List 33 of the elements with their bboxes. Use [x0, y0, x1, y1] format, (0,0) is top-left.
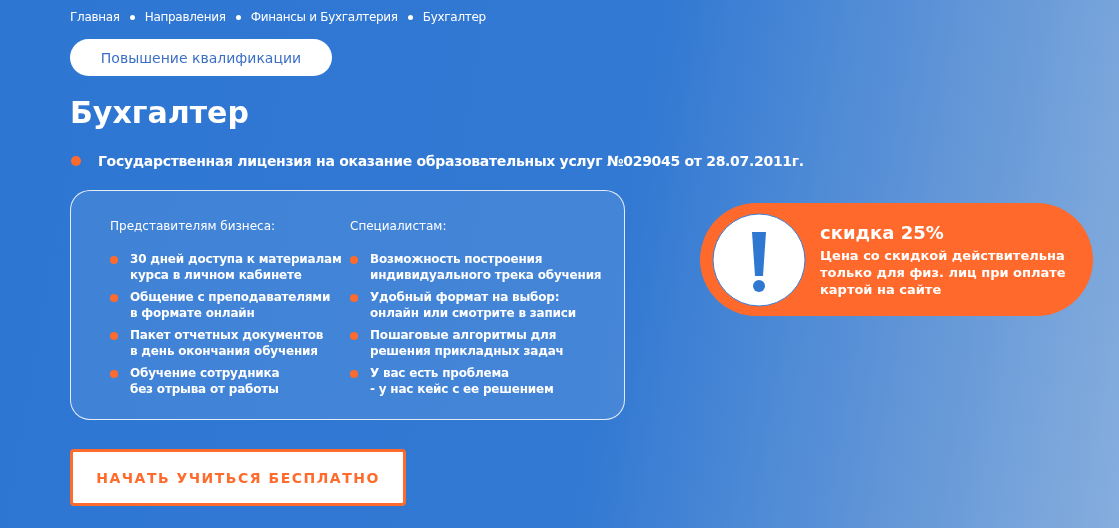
license-text: Государственная лицензия на оказание образовательных услуг №029045 от 28.07.2011г.	[98, 153, 804, 169]
page-title: Бухгалтер	[70, 94, 250, 132]
bullet-icon	[110, 370, 118, 378]
bullet-icon	[350, 294, 358, 302]
benefit-text: У вас есть проблема - у нас кейс с ее решением	[370, 365, 554, 397]
benefit-text: Пошаговые алгоритмы для решения прикладных задач	[370, 327, 564, 359]
benefit-text: Обучение сотрудника без отрыва от работы	[130, 365, 280, 397]
category-tag[interactable]: Повышение квалификации	[70, 39, 332, 76]
separator-dot-icon	[407, 14, 413, 20]
benefit-text: Возможность построения индивидуального трека обучения	[370, 251, 602, 283]
separator-dot-icon	[235, 14, 241, 20]
bullet-icon	[350, 332, 358, 340]
bullet-icon	[110, 256, 118, 264]
column-heading: Представителям бизнеса:	[110, 218, 277, 234]
benefit-text: Удобный формат на выбор: онлайн или смотрите в записи	[370, 289, 576, 321]
bullet-icon	[110, 294, 118, 302]
separator-dot-icon	[129, 14, 135, 20]
breadcrumb-link[interactable]: Бухгалтер	[422, 10, 486, 24]
start-learning-button[interactable]: НАЧАТЬ УЧИТЬСЯ БЕСПЛАТНО	[70, 449, 406, 506]
breadcrumb-link[interactable]: Главная	[70, 10, 120, 24]
breadcrumb-link[interactable]: Финансы и Бухгалтерия	[250, 10, 398, 24]
discount-title: скидка 25%	[820, 221, 945, 244]
bullet-icon	[350, 256, 358, 264]
benefit-text: Общение с преподавателями в формате онлайн	[130, 289, 331, 321]
benefit-text: Пакет отчетных документов в день окончания обучения	[130, 327, 324, 359]
bullet-icon	[350, 370, 358, 378]
bullet-icon	[71, 156, 81, 166]
bullet-icon	[110, 332, 118, 340]
breadcrumb-link[interactable]: Направления	[144, 10, 226, 24]
discount-text: Цена со скидкой действительна только для физ. лиц при оплате картой на сайте	[820, 246, 1066, 298]
column-heading: Специалистам:	[350, 218, 448, 234]
exclamation-icon	[712, 212, 806, 307]
benefit-text: 30 дней доступа к материалам курса в личном кабинете	[130, 251, 342, 283]
